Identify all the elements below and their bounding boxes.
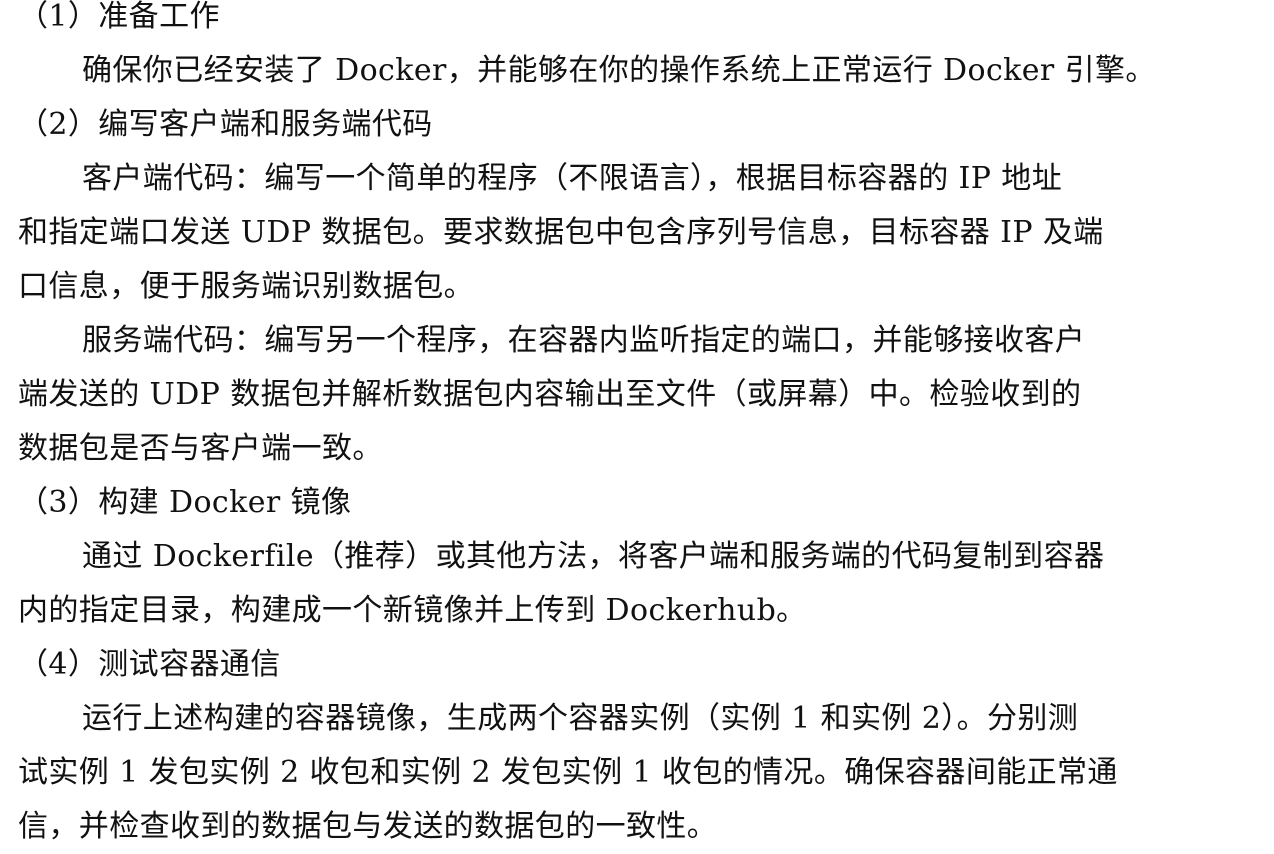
paragraph-line: 内的指定目录，构建成一个新镜像并上传到 Dockerhub。 <box>18 593 807 628</box>
section-heading-2: （2）编写客户端和服务端代码 <box>18 107 433 142</box>
paragraph-line: 确保你已经安装了 Docker，并能够在你的操作系统上正常运行 Docker 引… <box>82 53 1156 88</box>
paragraph-line: 端发送的 UDP 数据包并解析数据包内容输出至文件（或屏幕）中。检验收到的 <box>18 377 1082 412</box>
paragraph-line: 运行上述构建的容器镜像，生成两个容器实例（实例 1 和实例 2）。分别测 <box>82 701 1079 736</box>
paragraph-line: 通过 Dockerfile（推荐）或其他方法，将客户端和服务端的代码复制到容器 <box>82 539 1105 574</box>
paragraph-line: 服务端代码：编写另一个程序，在容器内监听指定的端口，并能够接收客户 <box>82 323 1086 358</box>
document-body: （1）准备工作 确保你已经安装了 Docker，并能够在你的操作系统上正常运行 … <box>18 0 1168 854</box>
section-heading-1: （1）准备工作 <box>18 0 220 34</box>
paragraph-line: 和指定端口发送 UDP 数据包。要求数据包中包含序列号信息，目标容器 IP 及端 <box>18 215 1104 250</box>
section-heading-3: （3）构建 Docker 镜像 <box>18 485 352 520</box>
paragraph-line: 数据包是否与客户端一致。 <box>18 431 383 466</box>
paragraph-line: 口信息，便于服务端识别数据包。 <box>18 269 474 304</box>
paragraph-line: 客户端代码：编写一个简单的程序（不限语言），根据目标容器的 IP 地址 <box>82 161 1063 196</box>
paragraph-line: 信，并检查收到的数据包与发送的数据包的一致性。 <box>18 809 718 844</box>
section-heading-4: （4）测试容器通信 <box>18 647 281 682</box>
paragraph-line: 试实例 1 发包实例 2 收包和实例 2 发包实例 1 收包的情况。确保容器间能… <box>18 755 1118 790</box>
